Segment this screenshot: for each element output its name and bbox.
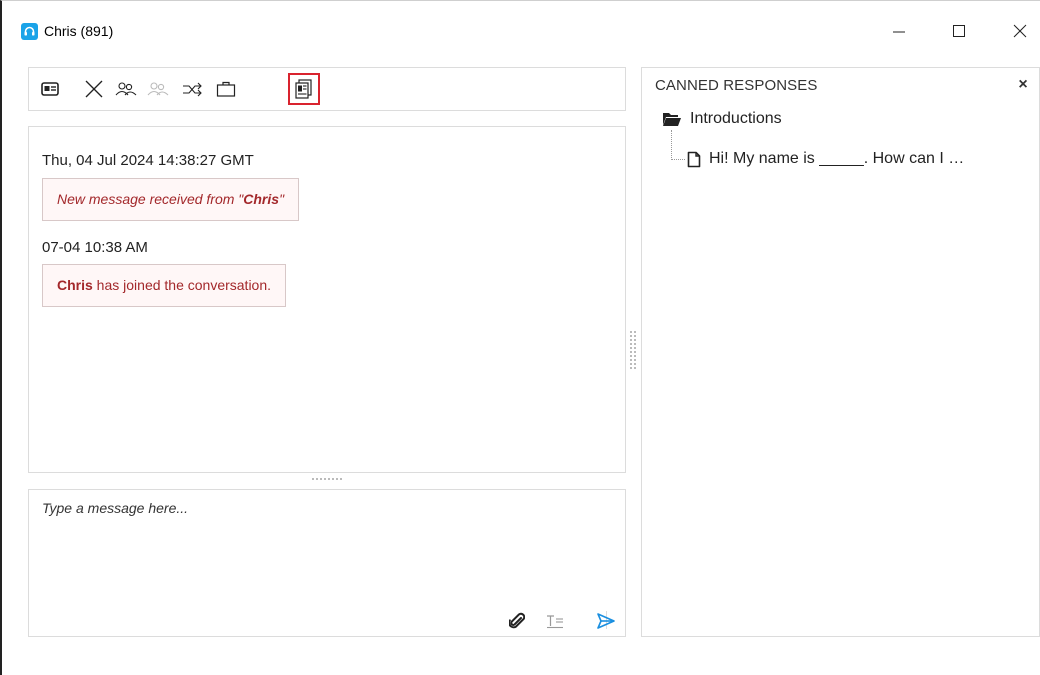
vertical-splitter-handle[interactable] — [630, 331, 636, 375]
close-button[interactable] — [997, 15, 1040, 47]
attach-icon — [509, 612, 525, 629]
panel-title: CANNED RESPONSES — [655, 77, 818, 94]
message-input[interactable] — [42, 500, 612, 590]
message-text-suffix: has joined the conversation. — [92, 277, 272, 293]
contact-card-icon — [41, 82, 59, 96]
tree-connector — [671, 130, 672, 160]
end-chat-icon — [85, 80, 103, 98]
send-button[interactable] — [595, 610, 617, 632]
title-bar: Chris (891) — [2, 1, 1040, 59]
conference-disabled-icon — [147, 82, 169, 96]
message-timestamp: Thu, 04 Jul 2024 14:38:27 GMT — [42, 152, 254, 169]
minimize-button[interactable] — [876, 15, 922, 47]
folder-label: Introductions — [690, 110, 782, 127]
tree-connector — [671, 159, 685, 160]
chat-transcript[interactable]: Thu, 04 Jul 2024 14:38:27 GMT New messag… — [28, 126, 626, 473]
text-format-icon — [547, 615, 563, 629]
conference-icon — [115, 82, 137, 96]
document-icon — [687, 151, 701, 167]
maximize-button[interactable] — [936, 15, 982, 47]
transfer-icon — [183, 82, 202, 97]
canned-responses-panel: CANNED RESPONSES × Introductions Hi! My … — [641, 67, 1040, 637]
briefcase-icon — [216, 81, 236, 97]
send-icon — [597, 613, 615, 629]
canned-responses-icon — [295, 79, 312, 99]
canned-responses-button[interactable] — [288, 73, 320, 105]
conference-disabled-button[interactable] — [145, 76, 171, 102]
chat-window: Chris (891) Thu, 04 Jul 2024 14:38:27 GM… — [0, 0, 1040, 675]
message-text-suffix: " — [279, 191, 285, 207]
horizontal-splitter-handle[interactable] — [302, 478, 352, 482]
transfer-button[interactable] — [179, 76, 205, 102]
attach-button[interactable] — [506, 610, 528, 632]
headset-icon — [21, 23, 38, 40]
close-icon — [1013, 24, 1027, 38]
message-timestamp: 07-04 10:38 AM — [42, 239, 148, 256]
participant-name: Chris — [243, 191, 280, 207]
canned-response-label: Hi! My name is _____. How can I … — [709, 150, 965, 167]
message-text-prefix: New message received from " — [57, 191, 244, 207]
minimize-icon — [893, 31, 905, 33]
maximize-icon — [953, 25, 965, 37]
end-chat-button[interactable] — [81, 76, 107, 102]
message-composer — [28, 489, 626, 637]
system-message: New message received from "Chris" — [42, 178, 300, 221]
panel-close-button[interactable]: × — [1014, 76, 1032, 94]
briefcase-button[interactable] — [213, 76, 239, 102]
window-title: Chris (891) — [44, 23, 114, 39]
contact-card-button[interactable] — [37, 76, 63, 102]
chat-toolbar — [28, 67, 626, 111]
system-message: Chris has joined the conversation. — [42, 264, 287, 307]
canned-response-item[interactable]: Hi! My name is _____. How can I … — [687, 148, 964, 170]
text-format-button[interactable] — [544, 610, 566, 632]
tree-folder-introductions[interactable]: Introductions — [662, 108, 782, 130]
participant-name: Chris — [57, 277, 93, 293]
folder-open-icon — [663, 113, 681, 126]
conference-button[interactable] — [113, 76, 139, 102]
